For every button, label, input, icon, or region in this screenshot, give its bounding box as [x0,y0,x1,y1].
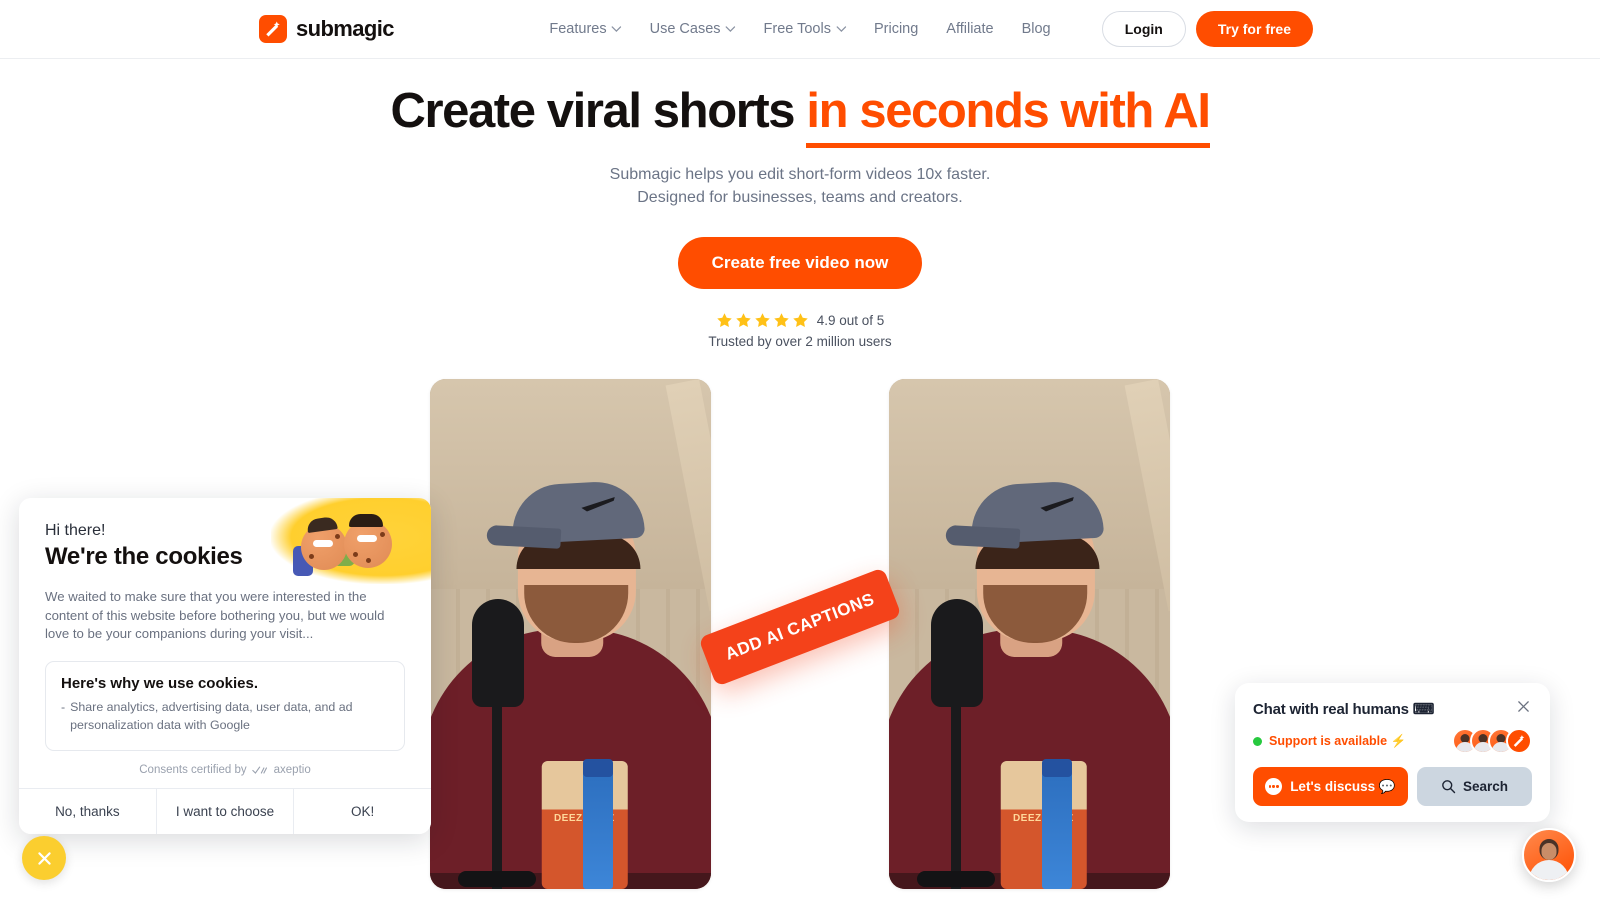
microphone-base [458,871,536,888]
chat-close-button[interactable] [1515,700,1532,716]
agent-avatars [1452,728,1532,754]
cookie-customize-button[interactable]: I want to choose [155,789,294,834]
nav-item-pricing[interactable]: Pricing [860,13,932,45]
login-button[interactable]: Login [1101,11,1186,47]
water-bottle [1041,769,1072,890]
cookie-accept-button[interactable]: OK! [293,789,431,834]
chat-status-row: Support is available ⚡ [1253,728,1532,754]
water-bottle [582,769,613,890]
try-for-free-button[interactable]: Try for free [1195,11,1313,47]
brand-name: submagic [296,16,395,41]
support-status-text: Support is available ⚡ [1269,733,1407,748]
nav-label: Features [549,21,607,37]
hero-subtitle-line2: Designed for businesses, teams and creat… [637,189,963,207]
close-icon [1518,701,1529,712]
star-icon [754,313,770,328]
page-title: Create viral shorts in seconds with AI [0,84,1600,148]
cookie-banner-actions: No, thanks I want to choose OK! [19,788,431,834]
add-ai-captions-badge: ADD AI CAPTIONS [698,567,902,688]
chat-widget-actions: Let's discuss 💬 Search [1253,767,1532,806]
magic-wand-icon [1513,735,1525,747]
axeptio-brand: axeptio [273,764,311,776]
cookie-banner-text: We waited to make sure that you were int… [45,588,385,642]
chat-search-button[interactable]: Search [1416,767,1532,806]
search-icon [1442,780,1456,794]
certified-prefix: Consents certified by [139,764,247,776]
cookie-banner-title: We're the cookies [45,542,243,570]
bullet-dash: - [61,700,66,715]
nav-item-blog[interactable]: Blog [1008,13,1065,45]
star-icon [716,313,732,328]
chat-launcher-button[interactable] [1522,828,1576,882]
cookie-reject-button[interactable]: No, thanks [19,789,156,834]
magic-wand-icon [259,15,287,43]
video-thumbnail-after[interactable]: DEEZ NUTZ [889,379,1170,890]
microphone [472,599,524,708]
microphone-base [917,871,995,888]
hero-subtitle: Submagic helps you edit short-form video… [0,163,1600,209]
hero-title-accent: in seconds with AI [806,84,1211,148]
hero-section: Create viral shorts in seconds with AI S… [0,59,1600,349]
nav-label: Free Tools [763,21,831,37]
lets-discuss-label: Let's discuss 💬 [1290,778,1396,794]
chat-search-label: Search [1462,779,1508,794]
status-dot-icon [1253,736,1262,746]
nav-item-use-cases[interactable]: Use Cases [636,13,750,45]
chat-widget-header: Chat with real humans ⌨ [1253,700,1532,718]
header-actions: Login Try for free [1101,11,1313,47]
rating-row: 4.9 out of 5 [0,312,1600,329]
chat-bubble-icon [1265,778,1283,795]
star-rating-icons [716,312,809,329]
video-showcase: DEEZ NUTZ ADD AI CAPTIONS DEEZ NUTZ [430,379,1170,890]
cookie-consent-banner: Hi there! We're the cookies We waited to… [19,497,431,834]
launcher-avatar-face [1541,843,1557,860]
axeptio-check-icon [251,766,267,774]
create-free-video-button[interactable]: Create free video now [677,237,923,290]
trusted-by-text: Trusted by over 2 million users [708,334,892,350]
chevron-down-icon [611,26,622,32]
cookie-close-button[interactable] [22,836,66,880]
star-icon [735,313,751,328]
cookie-reasons-title: Here's why we use cookies. [61,675,258,693]
nav-label: Pricing [873,21,919,37]
chat-widget: Chat with real humans ⌨ Support is avail… [1235,683,1550,822]
chevron-down-icon [836,26,846,32]
microphone-stand [492,689,502,890]
star-icon [773,313,789,328]
nav-item-features[interactable]: Features [535,13,635,45]
brand-logo-link[interactable]: submagic [259,15,395,43]
avatar-brand-logo [1506,728,1532,754]
video-thumbnail-before[interactable]: DEEZ NUTZ [430,379,711,890]
microphone-stand [951,689,961,890]
close-icon [37,851,51,865]
launcher-avatar-body [1529,860,1569,880]
bottle-cap [582,759,613,778]
hero-title-plain: Create viral shorts [390,84,795,138]
lets-discuss-button[interactable]: Let's discuss 💬 [1253,767,1408,806]
swoosh-icon [1039,497,1074,512]
site-header: submagic Features Use Cases Free Tools P… [0,0,1600,59]
bottle-cap [1041,759,1072,778]
cookie-banner-body: Hi there! We're the cookies We waited to… [19,498,431,788]
nav-label: Blog [1021,21,1051,37]
nav-label: Use Cases [649,21,721,37]
chat-widget-title: Chat with real humans ⌨ [1253,701,1435,718]
nav-label: Affiliate [946,21,994,37]
cookie-reason-text: Share analytics, advertising data, user … [70,700,353,733]
nav-item-free-tools[interactable]: Free Tools [750,13,860,45]
axeptio-certification: Consents certified by axeptio [45,751,405,788]
nav-item-affiliate[interactable]: Affiliate [932,13,1007,45]
support-status: Support is available ⚡ [1253,734,1406,749]
cookie-reason-item: - Share analytics, advertising data, use… [61,699,389,735]
cookie-reasons-box: Here's why we use cookies. - Share analy… [45,661,405,751]
swoosh-icon [580,497,615,512]
microphone [931,599,983,708]
hero-subtitle-line1: Submagic helps you edit short-form video… [609,165,991,183]
star-icon [792,313,808,328]
chevron-down-icon [725,26,736,32]
cookie-greeting: Hi there! [45,521,106,539]
main-navigation: Features Use Cases Free Tools Pricing Af… [535,13,1064,45]
rating-value: 4.9 out of 5 [816,313,885,329]
